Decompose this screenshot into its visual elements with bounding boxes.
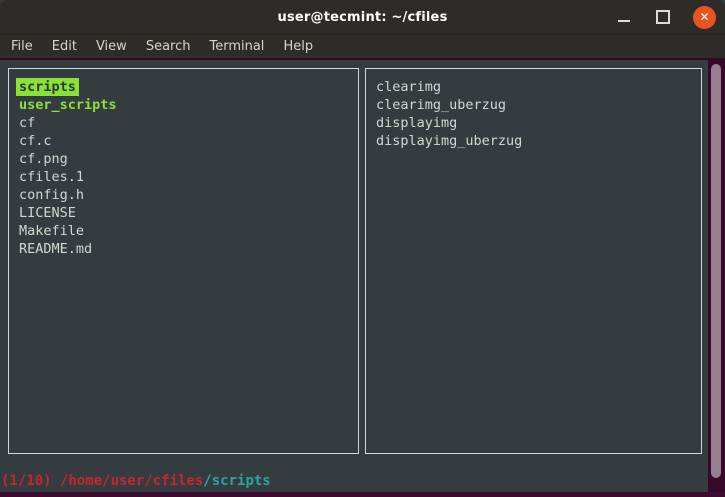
minimize-button[interactable] (615, 8, 633, 26)
file-list-item[interactable]: cf.png (19, 150, 358, 168)
menubar: File Edit View Search Terminal Help (0, 35, 725, 58)
file-list-item[interactable]: cf.c (19, 132, 358, 150)
menu-item-help[interactable]: Help (282, 37, 314, 56)
close-icon: ✕ (699, 10, 709, 24)
status-selection: /scripts (203, 473, 270, 489)
preview-item[interactable]: clearimg_uberzug (376, 96, 701, 114)
file-list-item[interactable]: cf (19, 114, 358, 132)
preview-item[interactable]: clearimg (376, 78, 701, 96)
menu-item-search[interactable]: Search (145, 37, 192, 56)
menu-item-terminal[interactable]: Terminal (208, 37, 265, 56)
file-list-item[interactable]: user_scripts (19, 96, 358, 114)
minimize-icon (618, 20, 630, 22)
window-bottom-edge (0, 492, 725, 497)
window-controls: ✕ (615, 0, 716, 34)
menu-item-edit[interactable]: Edit (51, 37, 78, 56)
close-button[interactable]: ✕ (693, 6, 716, 29)
status-position-path: (1/10) /home/user/cfiles (1, 473, 203, 489)
file-list-item[interactable]: README.md (19, 240, 358, 258)
menu-item-view[interactable]: View (95, 37, 128, 56)
file-list-item[interactable]: LICENSE (19, 204, 358, 222)
file-list-item[interactable]: Makefile (19, 222, 358, 240)
terminal-screen: scripts user_scripts cf cf.c cf.png cfil… (0, 60, 725, 497)
preview-panel: clearimg clearimg_uberzug displayimg dis… (365, 68, 702, 454)
terminal-window: user@tecmint: ~/cfiles ✕ File Edit View … (0, 0, 725, 497)
preview-item[interactable]: displayimg_uberzug (376, 132, 701, 150)
preview-list: clearimg clearimg_uberzug displayimg dis… (366, 69, 701, 150)
titlebar: user@tecmint: ~/cfiles ✕ (0, 0, 725, 35)
file-list-item[interactable]: config.h (19, 186, 358, 204)
scrollbar-thumb[interactable] (711, 64, 721, 478)
status-bar: (1/10) /home/user/cfiles/scripts (1, 473, 271, 489)
file-list-item[interactable]: cfiles.1 (19, 168, 358, 186)
file-list-panel: scripts user_scripts cf cf.c cf.png cfil… (8, 68, 359, 454)
file-list-item[interactable]: scripts (19, 78, 358, 96)
file-list: scripts user_scripts cf cf.c cf.png cfil… (9, 69, 358, 258)
menu-item-file[interactable]: File (10, 37, 34, 56)
maximize-icon (656, 10, 670, 24)
preview-item[interactable]: displayimg (376, 114, 701, 132)
scrollbar[interactable] (708, 58, 725, 492)
window-title: user@tecmint: ~/cfiles (277, 10, 447, 25)
maximize-button[interactable] (654, 8, 672, 26)
